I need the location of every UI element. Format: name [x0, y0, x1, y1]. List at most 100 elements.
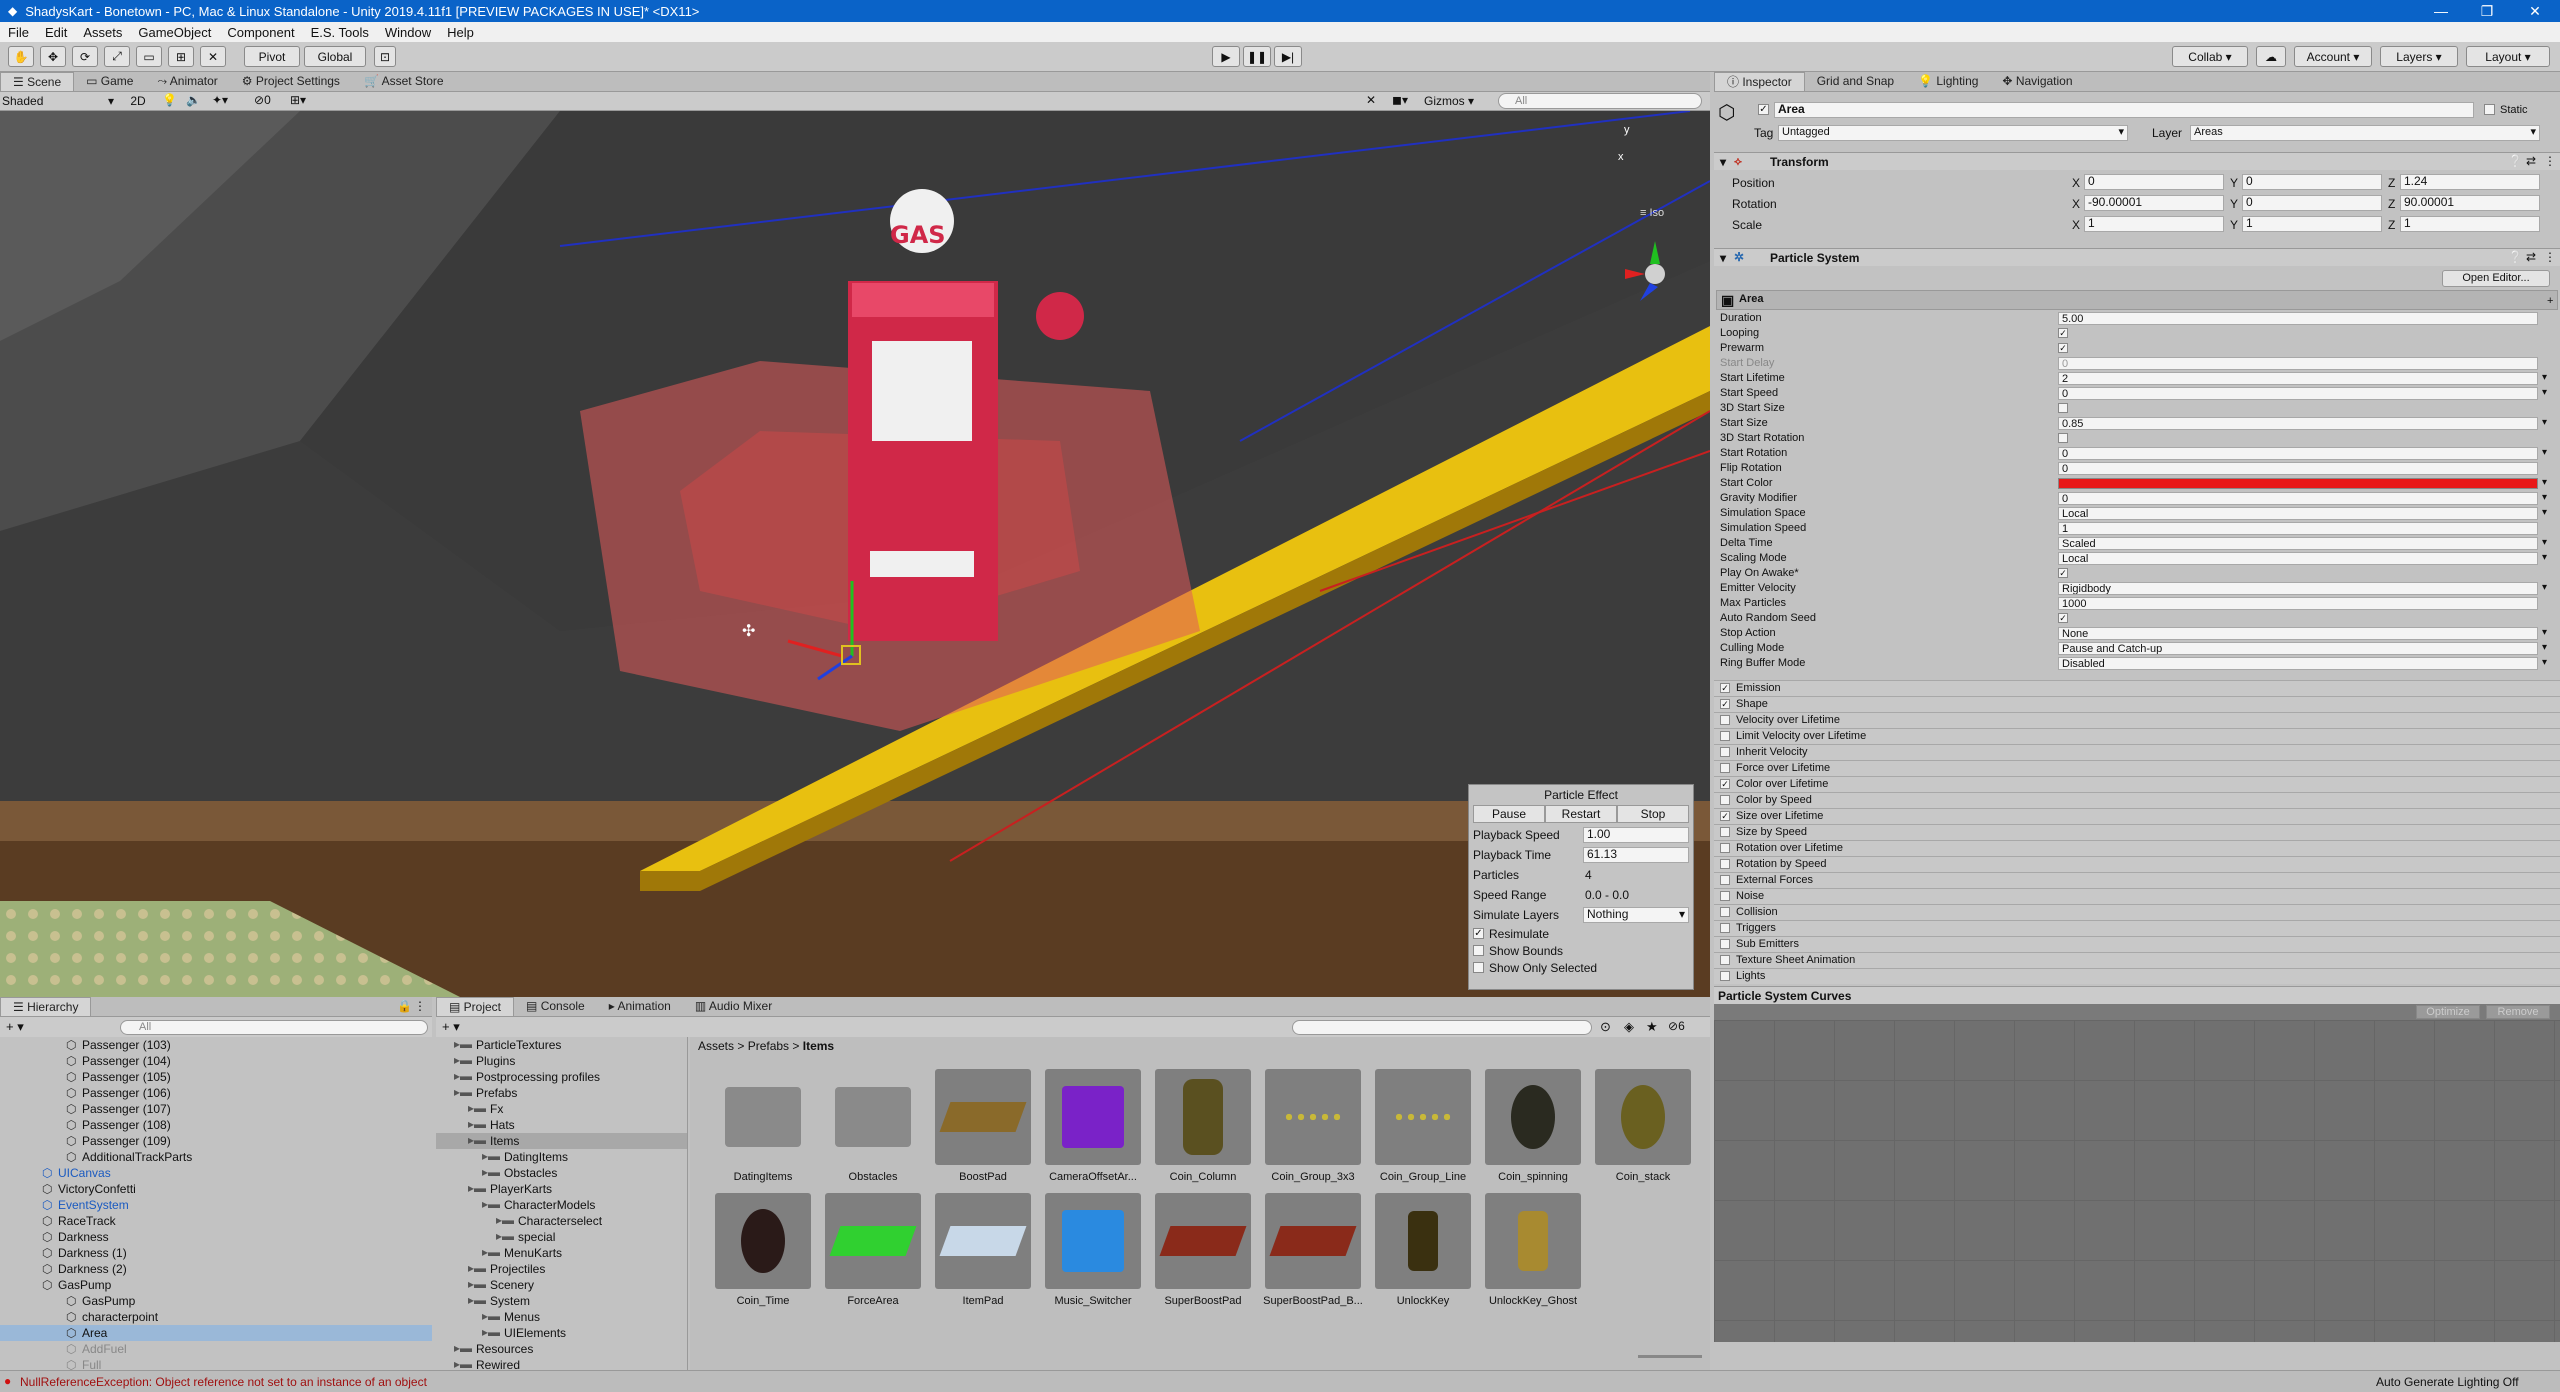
asset-item[interactable]: Coin_Group_3x3: [1258, 1069, 1368, 1183]
folder-tree-item[interactable]: ▸▬ Obstacles: [436, 1165, 687, 1181]
ring-buffer-mode-dropdown-icon[interactable]: ▾: [2542, 657, 2547, 668]
static-checkbox[interactable]: [2484, 104, 2495, 115]
module-external-forces[interactable]: External Forces: [1714, 872, 2560, 888]
tab-asset-store[interactable]: 🛒 Asset Store: [352, 72, 456, 91]
stop-action-dropdown-icon[interactable]: ▾: [2542, 627, 2547, 638]
minimize-icon[interactable]: —: [2418, 0, 2464, 22]
folder-tree-item[interactable]: ▸▬ CharacterModels: [436, 1197, 687, 1213]
hierarchy-item[interactable]: ⬡ Darkness (2): [0, 1261, 432, 1277]
lighting-status[interactable]: Auto Generate Lighting Off: [2376, 1375, 2519, 1389]
lock-icon[interactable]: 🔒: [397, 999, 412, 1013]
asset-item[interactable]: Coin_Column: [1148, 1069, 1258, 1183]
breadcrumb-prefabs[interactable]: Prefabs: [748, 1039, 789, 1053]
pause-effect-button[interactable]: Pause: [1473, 805, 1545, 823]
asset-item[interactable]: CameraOffsetAr...: [1038, 1069, 1148, 1183]
hierarchy-item[interactable]: ⬡ Passenger (109): [0, 1133, 432, 1149]
rotation-x-field[interactable]: -90.00001: [2084, 195, 2224, 211]
scaling-mode-field[interactable]: Local: [2058, 552, 2538, 565]
culling-mode-field[interactable]: Pause and Catch-up: [2058, 642, 2538, 655]
menu-item-window[interactable]: Window: [377, 25, 439, 40]
folder-tree-item[interactable]: ▸▬ Items: [436, 1133, 687, 1149]
module-limit-velocity-over-lifetime[interactable]: Limit Velocity over Lifetime: [1714, 728, 2560, 744]
hierarchy-item[interactable]: ⬡ GasPump: [0, 1293, 432, 1309]
hierarchy-item[interactable]: ⬡ Area: [0, 1325, 432, 1341]
module-triggers[interactable]: Triggers: [1714, 920, 2560, 936]
hierarchy-item[interactable]: ⬡ Darkness (1): [0, 1245, 432, 1261]
scaling-mode-dropdown-icon[interactable]: ▾: [2542, 552, 2547, 563]
folder-tree-item[interactable]: ▸▬ Resources: [436, 1341, 687, 1357]
tab-project[interactable]: ▤ Project: [436, 997, 515, 1016]
menu-item-assets[interactable]: Assets: [75, 25, 130, 40]
layers-dropdown[interactable]: Layers ▾: [2380, 46, 2458, 67]
global-toggle[interactable]: Global: [304, 46, 366, 67]
module-force-over-lifetime-checkbox[interactable]: [1720, 763, 1730, 773]
start-color-color-swatch[interactable]: [2058, 478, 2538, 489]
3d-start-size-checkbox[interactable]: [2058, 403, 2068, 413]
emitter-velocity-dropdown-icon[interactable]: ▾: [2542, 582, 2547, 593]
remove-button[interactable]: Remove: [2486, 1005, 2550, 1019]
module-external-forces-checkbox[interactable]: [1720, 875, 1730, 885]
start-delay-field[interactable]: 0: [2058, 357, 2538, 370]
rotation-z-field[interactable]: 90.00001: [2400, 195, 2540, 211]
hierarchy-item[interactable]: ⬡ Passenger (106): [0, 1085, 432, 1101]
module-collision-checkbox[interactable]: [1720, 907, 1730, 917]
close-icon[interactable]: ✕: [2512, 0, 2558, 22]
transform-header[interactable]: ▾ ⟡ Transform ❔ ⇄ ⋮: [1714, 152, 2560, 170]
scale-tool-icon[interactable]: ⤢: [104, 46, 130, 67]
playback-time-field[interactable]: 61.13: [1583, 847, 1689, 863]
layout-dropdown[interactable]: Layout ▾: [2466, 46, 2550, 67]
folder-tree-item[interactable]: ▸▬ Scenery: [436, 1277, 687, 1293]
module-shape[interactable]: ✓ Shape: [1714, 696, 2560, 712]
module-size-over-lifetime[interactable]: ✓ Size over Lifetime: [1714, 808, 2560, 824]
gravity-modifier-field[interactable]: 0: [2058, 492, 2538, 505]
folder-tree-item[interactable]: ▸▬ Characterselect: [436, 1213, 687, 1229]
play-button[interactable]: ▶: [1212, 46, 1240, 67]
asset-item[interactable]: Music_Switcher: [1038, 1193, 1148, 1307]
scene-search-input[interactable]: All: [1498, 93, 1702, 109]
search-by-label-icon[interactable]: ◈: [1624, 1019, 1634, 1035]
move-tool-icon[interactable]: ✥: [40, 46, 66, 67]
hierarchy-item[interactable]: ⬡ Passenger (107): [0, 1101, 432, 1117]
emitter-velocity-field[interactable]: Rigidbody: [2058, 582, 2538, 595]
project-search-input[interactable]: [1292, 1020, 1592, 1035]
module-color-by-speed[interactable]: Color by Speed: [1714, 792, 2560, 808]
open-editor-button[interactable]: Open Editor...: [2442, 270, 2550, 287]
curves-editor[interactable]: [1714, 1020, 2560, 1342]
scale-z-field[interactable]: 1: [2400, 216, 2540, 232]
stop-action-field[interactable]: None: [2058, 627, 2538, 640]
module-size-over-lifetime-checkbox[interactable]: ✓: [1720, 811, 1730, 821]
folder-tree-item[interactable]: ▸▬ Hats: [436, 1117, 687, 1133]
tab-grid-and-snap[interactable]: Grid and Snap: [1805, 72, 1906, 91]
hierarchy-item[interactable]: ⬡ Full: [0, 1357, 432, 1370]
tab-audio-mixer[interactable]: ▥ Audio Mixer: [683, 997, 784, 1016]
shading-mode-dropdown[interactable]: Shaded ▾: [2, 93, 118, 109]
step-button[interactable]: ▶|: [1274, 46, 1302, 67]
looping-checkbox[interactable]: ✓: [2058, 328, 2068, 338]
module-rotation-over-lifetime-checkbox[interactable]: [1720, 843, 1730, 853]
hierarchy-item[interactable]: ⬡ Passenger (108): [0, 1117, 432, 1133]
particle-system-foldout-icon[interactable]: ▾: [1720, 251, 1726, 265]
asset-item[interactable]: UnlockKey_Ghost: [1478, 1193, 1588, 1307]
effects-toggle-icon[interactable]: ✦▾: [212, 93, 242, 109]
simulation-space-field[interactable]: Local: [2058, 507, 2538, 520]
module-inherit-velocity-checkbox[interactable]: [1720, 747, 1730, 757]
folder-tree-item[interactable]: ▸▬ Menus: [436, 1309, 687, 1325]
2d-toggle[interactable]: 2D: [126, 93, 150, 109]
folder-tree-item[interactable]: ▸▬ Fx: [436, 1101, 687, 1117]
tab-animator[interactable]: ⤳ Animator: [145, 72, 229, 91]
hierarchy-item[interactable]: ⬡ Passenger (105): [0, 1069, 432, 1085]
hierarchy-item[interactable]: ⬡ Passenger (104): [0, 1053, 432, 1069]
hierarchy-item[interactable]: ⬡ Darkness: [0, 1229, 432, 1245]
camera-icon[interactable]: ◼▾: [1392, 93, 1416, 109]
grid-toggle-icon[interactable]: ⊞▾: [290, 93, 330, 109]
delta-time-field[interactable]: Scaled: [2058, 537, 2538, 550]
position-z-field[interactable]: 1.24: [2400, 174, 2540, 190]
asset-item[interactable]: Coin_Time: [708, 1193, 818, 1307]
tab-inspector[interactable]: ⓘ Inspector: [1714, 72, 1805, 91]
folder-tree-item[interactable]: ▸▬ System: [436, 1293, 687, 1309]
status-error-message[interactable]: NullReferenceException: Object reference…: [20, 1375, 427, 1389]
cloud-icon[interactable]: ☁: [2256, 46, 2286, 67]
module-force-over-lifetime[interactable]: Force over Lifetime: [1714, 760, 2560, 776]
menu-item-e-s-tools[interactable]: E.S. Tools: [303, 25, 377, 40]
asset-item[interactable]: Coin_spinning: [1478, 1069, 1588, 1183]
